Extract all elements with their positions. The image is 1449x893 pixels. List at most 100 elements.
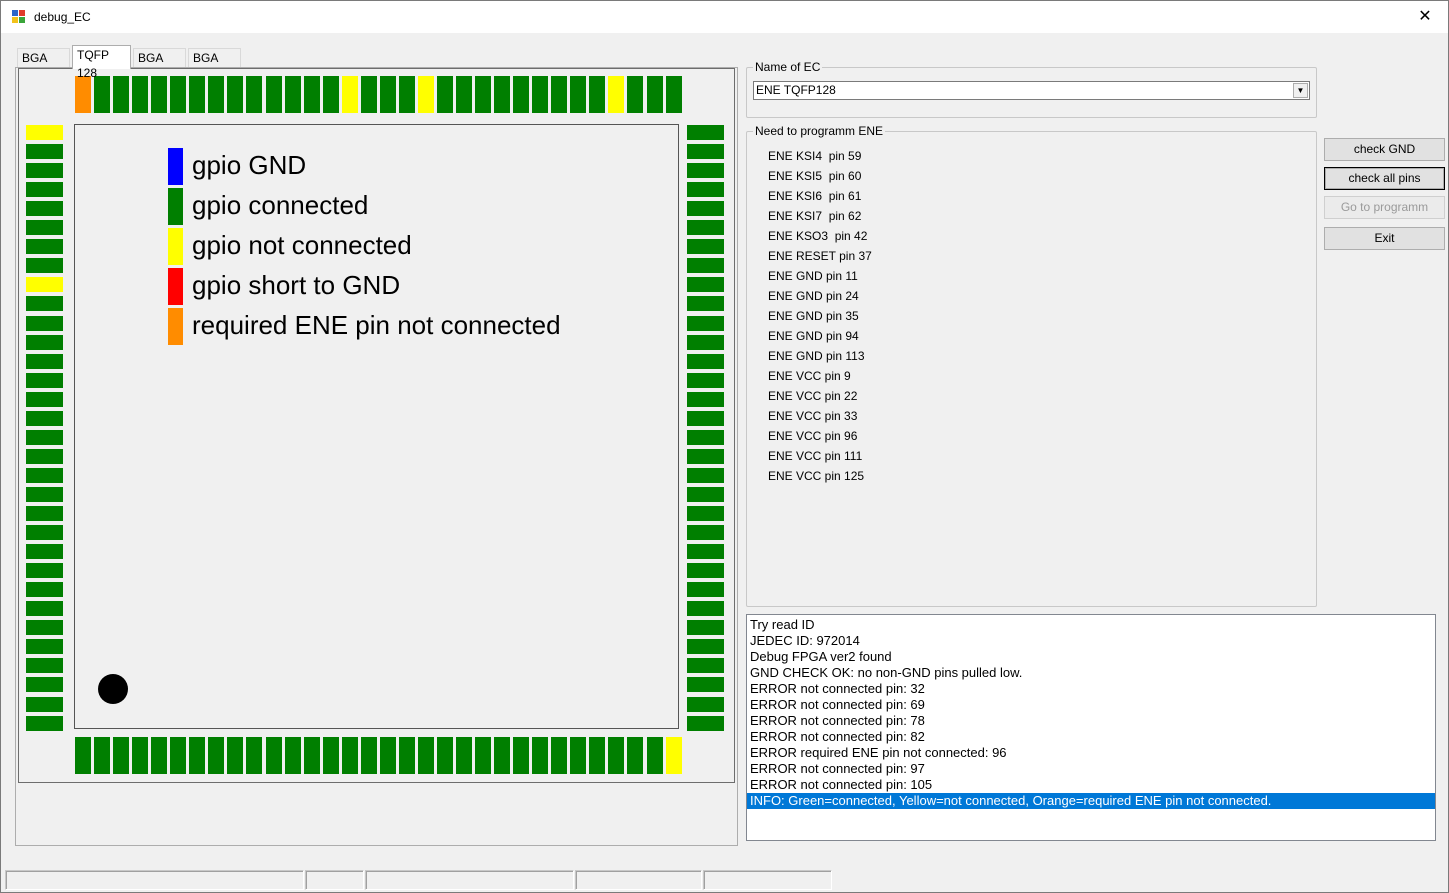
close-icon: ✕ [1418,8,1432,25]
pin-left-31 [26,697,63,712]
pin-left-18 [26,449,63,464]
legend-swatch-orange [168,308,183,345]
pin-bottom-15 [342,737,358,774]
go-to-programm-button[interactable]: Go to programm [1324,196,1445,219]
pin-bottom-12 [285,737,301,774]
ene-program-item: ENE GND pin 11 [768,269,858,283]
legend-label: gpio not connected [192,230,412,260]
status-segment-5 [703,870,832,890]
ene-program-item: ENE VCC pin 9 [768,369,851,383]
pin-right-26 [687,601,724,616]
tab-bga-128[interactable]: BGA 128 [17,48,70,83]
ene-program-item: ENE GND pin 94 [768,329,859,343]
log-line[interactable]: Try read ID [747,617,1435,633]
pin-right-28 [687,639,724,654]
log-line[interactable]: JEDEC ID: 972014 [747,633,1435,649]
pin-top-18 [399,76,415,113]
tab-bga-144[interactable]: BGA 144 [133,48,186,83]
pin-top-25 [532,76,548,113]
log-line[interactable]: ERROR not connected pin: 78 [747,713,1435,729]
pin-bottom-20 [437,737,453,774]
pin-left-5 [26,201,63,216]
pin-bottom-23 [494,737,510,774]
pin-top-28 [589,76,605,113]
pin-top-21 [456,76,472,113]
chip-body [74,124,679,729]
log-line[interactable]: ERROR not connected pin: 82 [747,729,1435,745]
status-bar [1,867,1448,892]
pin-top-14 [323,76,339,113]
pin-left-25 [26,582,63,597]
pin-right-24 [687,563,724,578]
legend-label: gpio GND [192,150,307,180]
pin-bottom-3 [113,737,129,774]
pin-right-27 [687,620,724,635]
ene-program-label: Need to programm ENE [753,124,886,138]
ene-program-item: ENE GND pin 35 [768,309,859,323]
pin-bottom-29 [608,737,624,774]
pin-top-7 [189,76,205,113]
pin-bottom-1 [75,737,91,774]
pin-top-26 [551,76,567,113]
tab-bga-169[interactable]: BGA 169 [188,48,241,83]
check-all-pins-button[interactable]: check all pins [1324,167,1445,190]
pin-right-15 [687,392,724,407]
pin-bottom-8 [208,737,224,774]
ene-program-item: ENE VCC pin 22 [768,389,858,403]
log-line[interactable]: INFO: Green=connected, Yellow=not connec… [747,793,1435,809]
log-line[interactable]: ERROR required ENE pin not connected: 96 [747,745,1435,761]
tab-tqfp-128[interactable]: TQFP 128 [72,45,131,80]
pin-right-12 [687,335,724,350]
pin-left-10 [26,296,63,311]
pin-top-3 [113,76,129,113]
pin-bottom-11 [266,737,282,774]
dropdown-arrow-icon[interactable]: ▼ [1293,83,1308,98]
app-icon [12,10,26,24]
ec-name-label: Name of EC [753,60,823,74]
close-button[interactable]: ✕ [1402,1,1448,33]
pin-top-9 [227,76,243,113]
pin-bottom-22 [475,737,491,774]
window-title: debug_EC [34,10,91,24]
pin-left-12 [26,335,63,350]
pin-top-16 [361,76,377,113]
check-gnd-button[interactable]: check GND [1324,138,1445,161]
pin-bottom-24 [513,737,529,774]
log-line[interactable]: ERROR not connected pin: 97 [747,761,1435,777]
pin-left-6 [26,220,63,235]
log-line[interactable]: ERROR not connected pin: 105 [747,777,1435,793]
pin-right-5 [687,201,724,216]
pin-bottom-19 [418,737,434,774]
pin-right-14 [687,373,724,388]
pin-left-32 [26,716,63,731]
log-line[interactable]: Debug FPGA ver2 found [747,649,1435,665]
title-bar[interactable]: debug_EC ✕ [1,1,1448,33]
pin-left-9 [26,277,63,292]
pin-right-31 [687,697,724,712]
log-line[interactable]: ERROR not connected pin: 32 [747,681,1435,697]
pin-left-1 [26,125,63,140]
pin-bottom-7 [189,737,205,774]
pin-right-1 [687,125,724,140]
pin-right-8 [687,258,724,273]
status-segment-1 [5,870,304,890]
pin-top-4 [132,76,148,113]
log-line[interactable]: ERROR not connected pin: 69 [747,697,1435,713]
pin-left-13 [26,354,63,369]
log-line[interactable]: GND CHECK OK: no non-GND pins pulled low… [747,665,1435,681]
ec-name-select[interactable]: ENE TQFP128 ▼ [753,81,1310,100]
pin-right-18 [687,449,724,464]
status-segment-3 [365,870,574,890]
ene-program-item: ENE VCC pin 125 [768,469,865,483]
exit-button[interactable]: Exit [1324,227,1445,250]
log-listbox[interactable]: Try read ID JEDEC ID: 972014 Debug FPGA ve… [746,614,1436,841]
legend-label: gpio short to GND [192,270,401,300]
pin-right-2 [687,144,724,159]
ene-program-item: ENE VCC pin 96 [768,429,858,443]
status-segment-2 [305,870,364,890]
pin-right-22 [687,525,724,540]
pin-bottom-21 [456,737,472,774]
pin-top-12 [285,76,301,113]
ene-program-item: ENE VCC pin 111 [768,449,863,463]
pin-bottom-2 [94,737,110,774]
